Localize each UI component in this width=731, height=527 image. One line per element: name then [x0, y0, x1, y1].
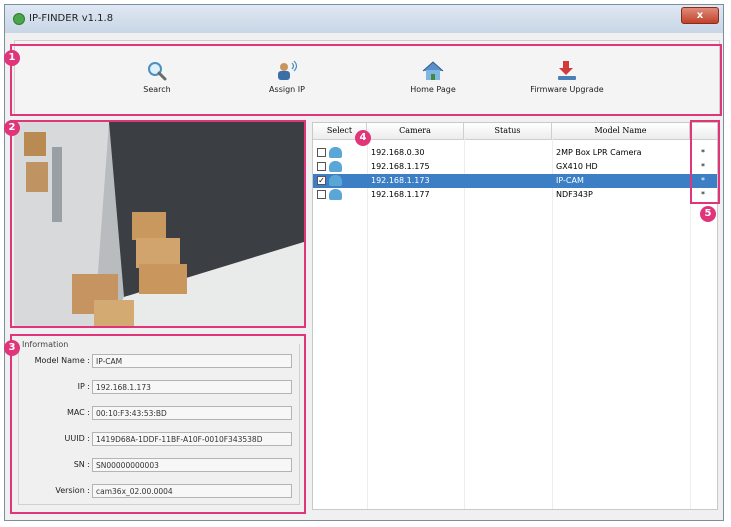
information-highlight: [10, 334, 306, 514]
column-status-header[interactable]: Status: [464, 123, 552, 139]
row-model-name: IP-CAM: [556, 176, 584, 185]
annotation-marker-4: 4: [355, 130, 371, 146]
row-camera-ip: 192.168.1.177: [371, 190, 430, 199]
table-row[interactable]: 192.168.1.177 NDF343P *: [313, 188, 717, 202]
annotation-marker-2: 2: [4, 120, 20, 136]
row-checkbox[interactable]: [317, 162, 326, 171]
annotation-marker-3: 3: [4, 340, 20, 356]
preview-highlight: [10, 120, 306, 328]
row-camera-ip: 192.168.1.173: [371, 176, 430, 185]
row-model-name: GX410 HD: [556, 162, 598, 171]
column-highlight: [690, 120, 720, 204]
app-icon: [13, 13, 25, 25]
camera-icon: [329, 147, 342, 158]
column-camera-header[interactable]: Camera: [367, 123, 464, 139]
camera-icon: [329, 189, 342, 200]
title-bar: IP-FINDER v1.1.8 x: [5, 5, 723, 33]
annotation-marker-5: 5: [700, 206, 716, 222]
close-button[interactable]: x: [681, 7, 719, 24]
table-row[interactable]: 192.168.0.30 2MP Box LPR Camera *: [313, 146, 717, 160]
camera-icon: [329, 175, 342, 186]
table-header: Select Camera Status Model Name: [313, 123, 717, 140]
device-table: Select Camera Status Model Name 192.168.…: [312, 122, 718, 510]
window-title: IP-FINDER v1.1.8: [29, 13, 114, 24]
column-model-header[interactable]: Model Name: [552, 123, 690, 139]
row-camera-ip: 192.168.1.175: [371, 162, 430, 171]
toolbar-highlight: [10, 44, 722, 116]
annotation-marker-1: 1: [4, 50, 20, 66]
row-model-name: NDF343P: [556, 190, 593, 199]
table-row-selected[interactable]: ✓ 192.168.1.173 IP-CAM *: [313, 174, 717, 188]
table-row[interactable]: 192.168.1.175 GX410 HD *: [313, 160, 717, 174]
row-checkbox[interactable]: [317, 190, 326, 199]
row-checkbox[interactable]: [317, 148, 326, 157]
row-model-name: 2MP Box LPR Camera: [556, 148, 642, 157]
camera-icon: [329, 161, 342, 172]
row-checkbox-checked[interactable]: ✓: [317, 176, 326, 185]
row-camera-ip: 192.168.0.30: [371, 148, 425, 157]
